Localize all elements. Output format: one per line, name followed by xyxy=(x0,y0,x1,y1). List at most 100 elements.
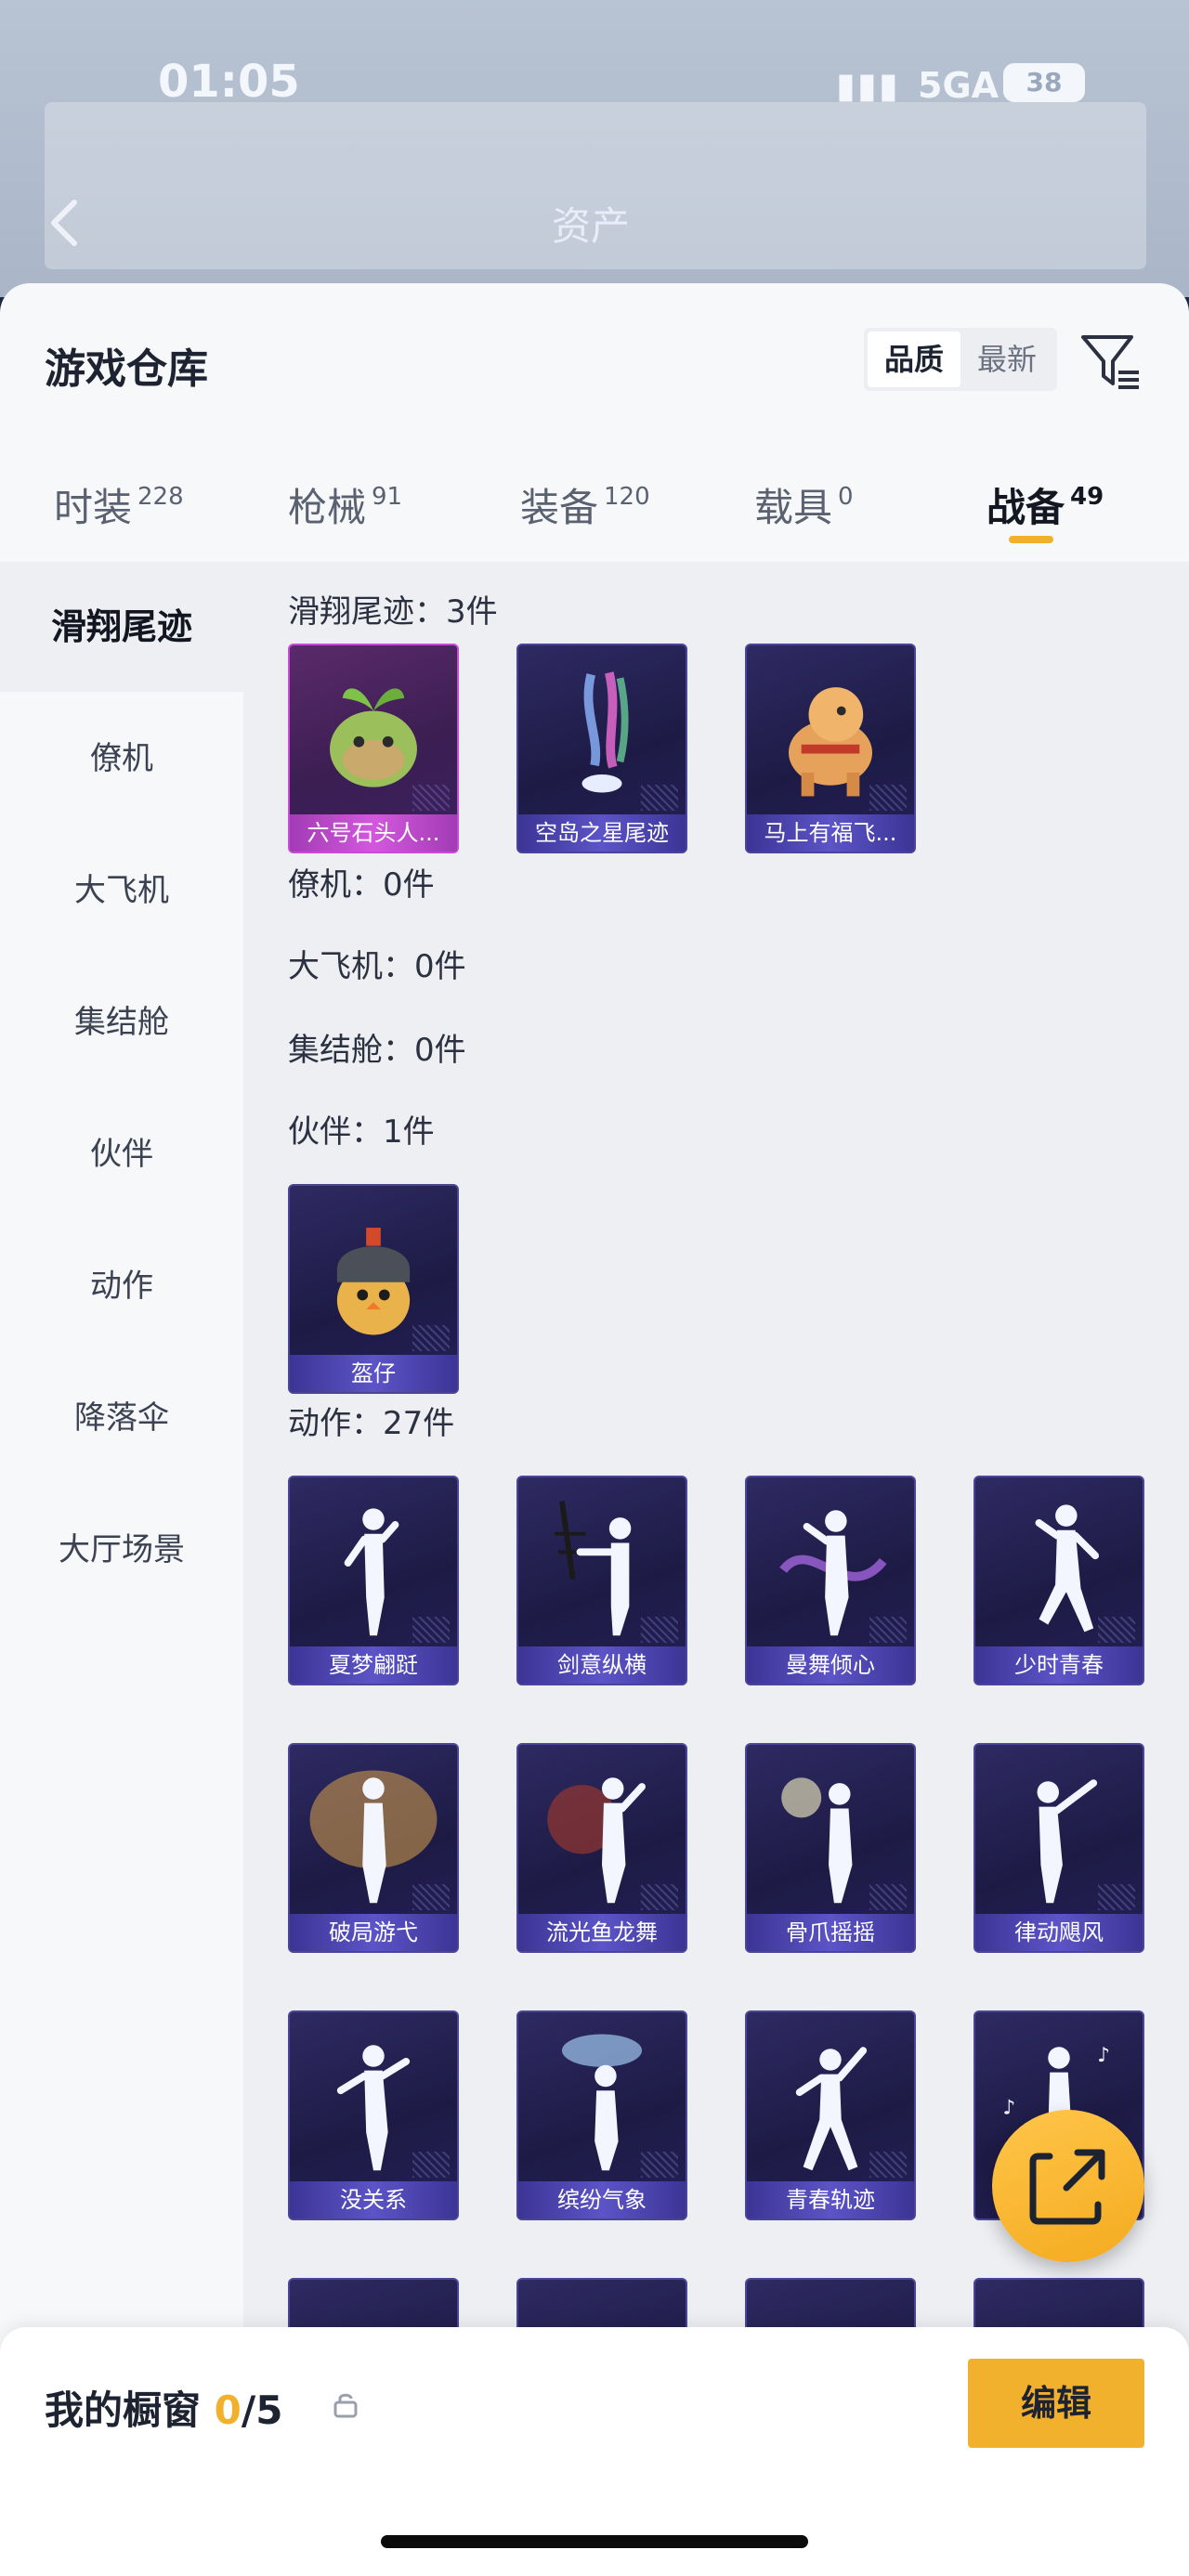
item-card[interactable]: 流光鱼龙舞 xyxy=(516,1743,687,1953)
tab-label: 载具 xyxy=(754,485,833,530)
item-card[interactable]: 曼舞倾心 xyxy=(745,1476,916,1685)
sidebar-item-emote[interactable]: 动作 xyxy=(0,1221,243,1351)
item-grid: 滑翔尾迹：3件 六号石头人... 空岛之星尾迹 马上有福飞... 僚机：0件 大… xyxy=(243,562,1189,2576)
back-icon[interactable] xyxy=(46,195,84,251)
showcase-used: 0 xyxy=(214,2387,242,2433)
item-card[interactable]: 少时青春 xyxy=(973,1476,1144,1685)
sidebar-item-parachute[interactable]: 降落伞 xyxy=(0,1353,243,1483)
showcase-label: 我的橱窗 0/5 xyxy=(45,2379,282,2436)
app-root: { "status_bar": { "time": "01:05", "netw… xyxy=(0,0,1189,2576)
item-card[interactable]: 空岛之星尾迹 xyxy=(516,644,687,853)
section-title-partner: 伙伴：1件 xyxy=(288,1113,435,1151)
item-name: 剑意纵横 xyxy=(518,1646,686,1684)
tab-label: 时装 xyxy=(54,485,133,530)
item-name: 律动飓风 xyxy=(975,1914,1143,1951)
card-sparkle xyxy=(869,785,907,811)
sort-latest[interactable]: 最新 xyxy=(960,332,1053,387)
item-card[interactable]: 盔仔 xyxy=(288,1184,459,1394)
sort-toggle: 品质 最新 xyxy=(864,328,1057,391)
sidebar-item-plane[interactable]: 大飞机 xyxy=(0,826,243,956)
card-sparkle xyxy=(412,1325,450,1351)
sidebar-item-wingman[interactable]: 僚机 xyxy=(0,694,243,824)
item-card[interactable]: 律动飓风 xyxy=(973,1743,1144,1953)
tab-readiness[interactable]: 战备 49 xyxy=(986,476,1104,569)
section-title-trail: 滑翔尾迹：3件 xyxy=(288,593,498,631)
tab-count: 228 xyxy=(137,483,184,511)
card-sparkle xyxy=(641,2152,678,2178)
card-sparkle xyxy=(1098,1884,1135,1910)
active-tab-indicator xyxy=(1009,536,1053,543)
tab-count: 49 xyxy=(1070,483,1104,511)
tab-count: 0 xyxy=(838,483,854,511)
warehouse-title: 游戏仓库 xyxy=(45,345,208,393)
item-card[interactable]: 夏梦翩跹 xyxy=(288,1476,459,1685)
card-sparkle xyxy=(869,1884,907,1910)
card-sparkle xyxy=(641,785,678,811)
sort-quality[interactable]: 品质 xyxy=(868,332,960,387)
item-card[interactable]: 六号石头人... xyxy=(288,644,459,853)
card-sparkle xyxy=(869,2152,907,2178)
tab-equipment[interactable]: 装备 120 xyxy=(520,476,650,569)
section-title-wingman: 僚机：0件 xyxy=(288,866,435,904)
item-name: 流光鱼龙舞 xyxy=(518,1914,686,1951)
item-name: 青春轨迹 xyxy=(747,2181,914,2218)
card-sparkle xyxy=(412,1617,450,1643)
item-name: 六号石头人... xyxy=(290,814,457,852)
item-name: 曼舞倾心 xyxy=(747,1646,914,1684)
tab-fashion[interactable]: 时装 228 xyxy=(54,476,184,569)
item-card[interactable]: 没关系 xyxy=(288,2010,459,2220)
warehouse-header: 游戏仓库 品质 最新 xyxy=(0,283,1189,413)
sidebar-item-pod[interactable]: 集结舱 xyxy=(0,957,243,1087)
item-name: 骨爪摇摇 xyxy=(747,1914,914,1951)
sidebar-item-trail[interactable]: 滑翔尾迹 xyxy=(0,562,243,692)
item-name: 空岛之星尾迹 xyxy=(518,814,686,852)
item-card[interactable]: 马上有福飞... xyxy=(745,644,916,853)
item-name: 少时青春 xyxy=(975,1646,1143,1684)
card-sparkle xyxy=(869,1617,907,1643)
lock-icon xyxy=(333,2393,358,2418)
showcase-title: 我的橱窗 xyxy=(45,2387,202,2433)
tab-guns[interactable]: 枪械 91 xyxy=(288,476,402,569)
card-sparkle xyxy=(412,2152,450,2178)
network-label: 5GA xyxy=(918,65,1000,106)
section-title-plane: 大飞机：0件 xyxy=(288,948,466,985)
card-sparkle xyxy=(1098,1617,1135,1643)
item-name: 没关系 xyxy=(290,2181,457,2218)
page-title: 资产 xyxy=(552,203,631,249)
item-card[interactable]: 破局游弋 xyxy=(288,1743,459,1953)
share-button[interactable] xyxy=(992,2110,1144,2262)
tab-label: 战备 xyxy=(986,485,1065,530)
header-backdrop: 01:05 ▮▮▮ 5GA 38 资产 xyxy=(0,0,1189,297)
category-tabs: 时装 228 枪械 91 装备 120 载具 0 战备 49 xyxy=(0,460,1189,562)
item-name: 夏梦翩跹 xyxy=(290,1646,457,1684)
filter-icon[interactable] xyxy=(1078,330,1143,395)
item-name: 缤纷气象 xyxy=(518,2181,686,2218)
card-sparkle xyxy=(641,1617,678,1643)
tab-count: 120 xyxy=(604,483,650,511)
tab-count: 91 xyxy=(372,483,403,511)
home-indicator xyxy=(381,2535,808,2548)
svg-text:♪: ♪ xyxy=(1097,2044,1110,2067)
item-card[interactable]: 剑意纵横 xyxy=(516,1476,687,1685)
sidebar-item-lobby[interactable]: 大厅场景 xyxy=(0,1485,243,1615)
status-time: 01:05 xyxy=(158,56,300,108)
tab-vehicles[interactable]: 载具 0 xyxy=(754,476,854,569)
item-name: 破局游弋 xyxy=(290,1914,457,1951)
card-sparkle xyxy=(412,1884,450,1910)
item-card[interactable]: 青春轨迹 xyxy=(745,2010,916,2220)
item-name: 马上有福飞... xyxy=(747,814,914,852)
category-sidebar: 滑翔尾迹 僚机 大飞机 集结舱 伙伴 动作 降落伞 大厅场景 xyxy=(0,562,243,2576)
edit-button[interactable]: 编辑 xyxy=(968,2359,1144,2448)
section-title-emote: 动作：27件 xyxy=(288,1405,455,1442)
showcase-total: /5 xyxy=(241,2387,283,2433)
card-sparkle xyxy=(641,1884,678,1910)
item-name: 盔仔 xyxy=(290,1355,457,1392)
item-card[interactable]: 骨爪摇摇 xyxy=(745,1743,916,1953)
signal-icon: ▮▮▮ xyxy=(836,65,900,106)
card-sparkle xyxy=(412,785,450,811)
tab-label: 枪械 xyxy=(288,485,367,530)
share-icon xyxy=(1029,2149,1105,2225)
item-card[interactable]: 缤纷气象 xyxy=(516,2010,687,2220)
battery-icon: 38 xyxy=(1003,63,1085,102)
sidebar-item-partner[interactable]: 伙伴 xyxy=(0,1089,243,1219)
